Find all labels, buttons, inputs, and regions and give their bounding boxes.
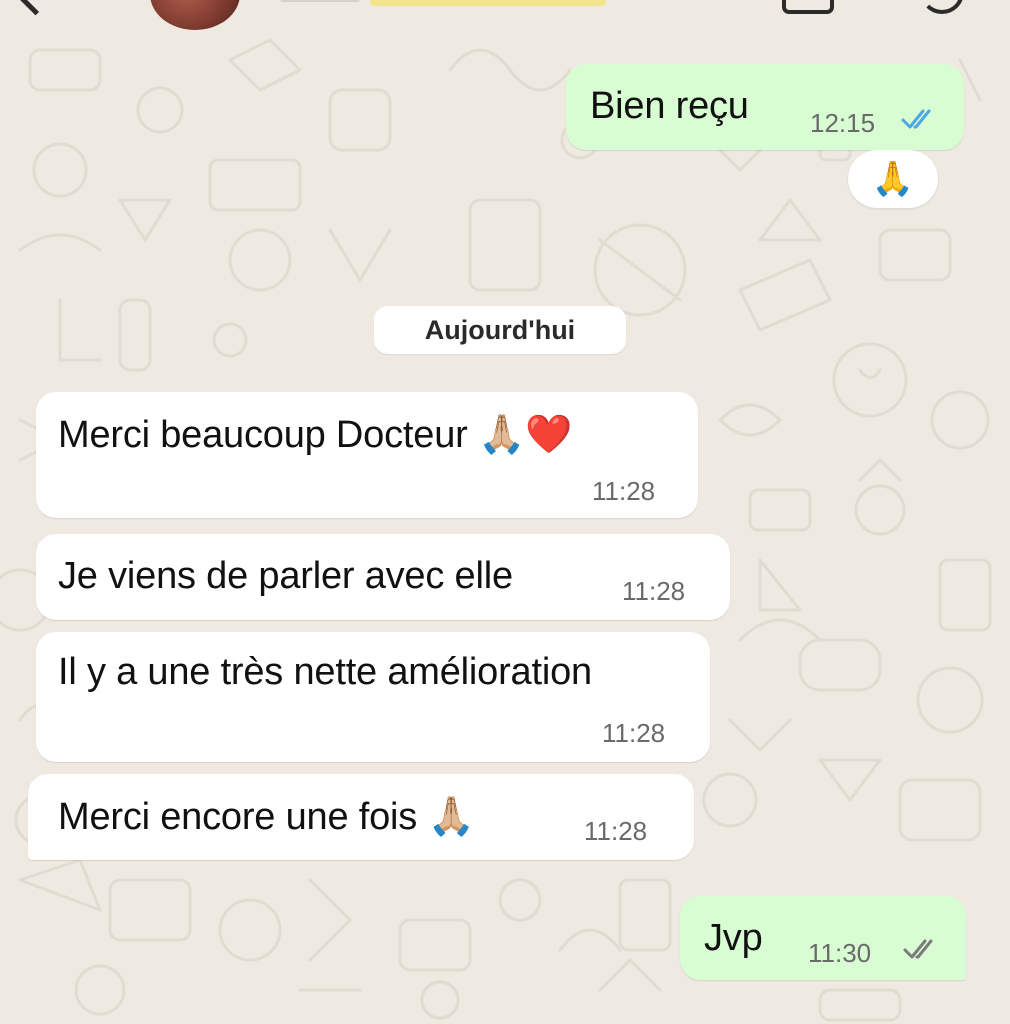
phone-call-icon[interactable] <box>920 0 964 14</box>
message-text: Je viens de parler avec elle <box>58 555 513 597</box>
message-bubble-incoming[interactable]: Il y a une très nette amélioration 11:28 <box>36 632 710 762</box>
message-bubble-incoming[interactable]: Merci encore une fois 🙏🏼 11:28 <box>28 774 694 860</box>
chat-header <box>0 0 1010 30</box>
message-time: 12:15 <box>810 108 876 138</box>
message-bubble-incoming[interactable]: Je viens de parler avec elle 11:28 <box>36 534 730 620</box>
message-text-content: Merci beaucoup Docteur <box>58 414 468 456</box>
message-text-content: Merci encore une fois <box>58 796 418 838</box>
date-divider: Aujourd'hui <box>374 306 626 354</box>
message-time: 11:28 <box>592 476 656 506</box>
message-text: Jvp <box>704 917 763 959</box>
contact-name-highlight <box>370 0 606 6</box>
message-emoji: 🙏🏼❤️ <box>477 412 573 456</box>
video-call-icon[interactable] <box>782 0 834 14</box>
avatar[interactable] <box>150 0 240 30</box>
chat-area[interactable]: Bien reçu 12:15 🙏 Aujourd'hui Merci beau… <box>0 0 1010 1024</box>
message-reaction[interactable]: 🙏 <box>848 150 938 208</box>
message-time: 11:28 <box>622 576 686 606</box>
message-bubble-outgoing[interactable]: Jvp 11:30 <box>680 896 966 980</box>
message-emoji: 🙏🏼 <box>427 794 475 838</box>
message-time: 11:28 <box>602 718 666 748</box>
message-bubble-outgoing[interactable]: Bien reçu 12:15 <box>566 64 964 150</box>
read-receipt-icon <box>901 109 931 129</box>
message-time: 11:28 <box>584 816 648 846</box>
message-text: Merci beaucoup Docteur 🙏🏼❤️ <box>58 412 572 457</box>
contact-name-fragment <box>280 0 360 2</box>
message-text: Bien reçu <box>590 85 749 127</box>
message-text: Il y a une très nette amélioration <box>58 651 592 693</box>
back-chevron-icon[interactable] <box>13 0 58 16</box>
message-bubble-incoming[interactable]: Merci beaucoup Docteur 🙏🏼❤️ 11:28 <box>36 392 698 518</box>
message-text: Merci encore une fois 🙏🏼 <box>58 794 475 839</box>
delivered-receipt-icon <box>903 939 933 959</box>
message-time: 11:30 <box>808 938 872 968</box>
